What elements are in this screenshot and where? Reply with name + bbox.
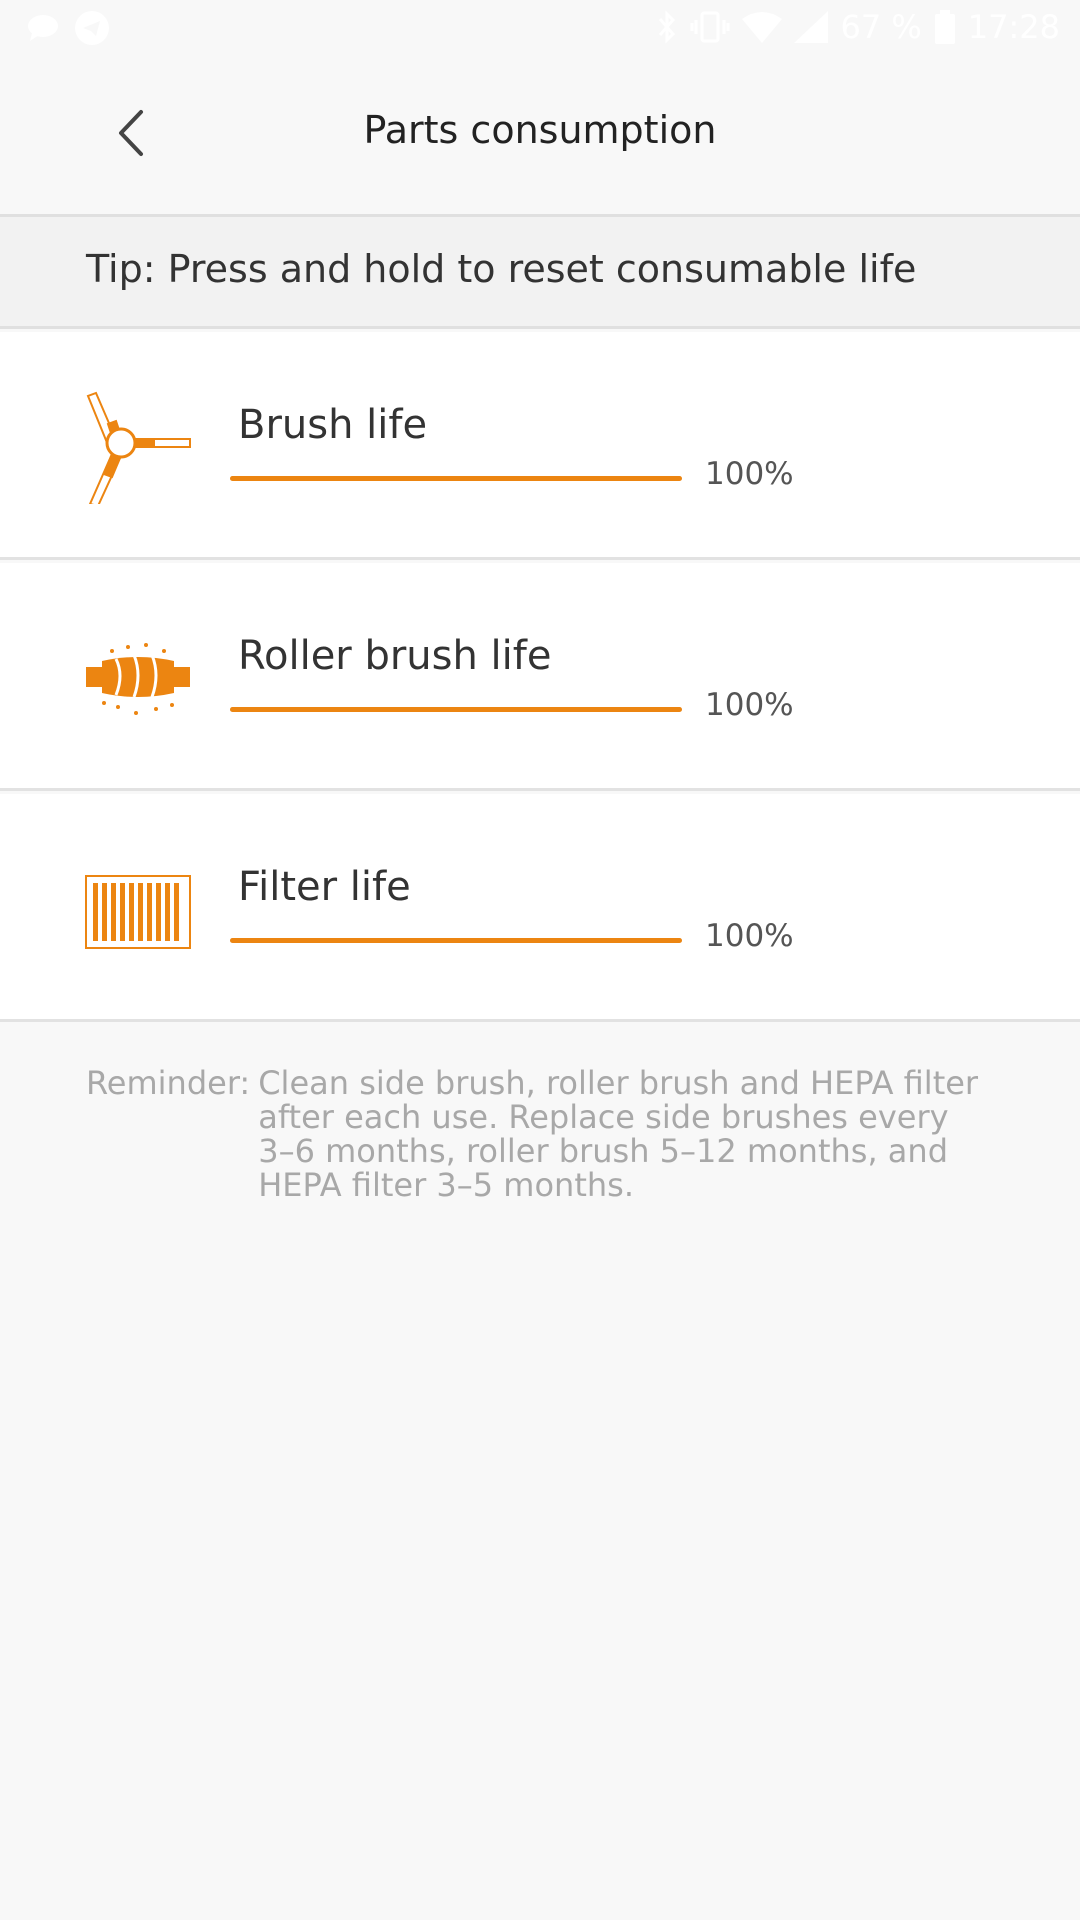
- status-bar: 67 % 17:28: [0, 0, 1080, 58]
- message-icon: [28, 15, 58, 41]
- top-bar: Parts consumption: [0, 58, 1080, 217]
- roller-brush-icon: [84, 615, 194, 735]
- reminder-label: Reminder:: [86, 1064, 251, 1102]
- life-progress-fill: [230, 476, 682, 481]
- life-percentage: 100%: [705, 456, 794, 492]
- life-percentage: 100%: [705, 687, 794, 723]
- tip-text: Tip: Press and hold to reset consumable …: [86, 247, 917, 291]
- telegram-icon: [75, 11, 109, 45]
- life-percentage: 100%: [705, 918, 794, 954]
- vibrate-icon: [690, 11, 730, 43]
- part-label: Filter life: [238, 864, 411, 910]
- part-row-roller-brush[interactable]: Roller brush life 100%: [0, 563, 1080, 791]
- wifi-icon: [742, 12, 783, 43]
- side-brush-icon: [84, 384, 194, 508]
- life-progress-bar: [230, 938, 682, 943]
- battery-percentage: 67 %: [840, 8, 922, 46]
- filter-icon: [84, 846, 194, 966]
- bluetooth-icon: [659, 10, 676, 44]
- part-row-filter[interactable]: Filter life 100%: [0, 794, 1080, 1022]
- signal-icon: [794, 11, 829, 43]
- part-label: Roller brush life: [238, 633, 552, 679]
- part-label: Brush life: [238, 402, 428, 448]
- life-progress-bar: [230, 707, 682, 712]
- clock: 17:28: [967, 8, 1060, 46]
- battery-icon: [934, 10, 955, 44]
- reminder-text: Clean side brush, roller brush and HEPA …: [258, 1064, 979, 1204]
- tip-banner: Tip: Press and hold to reset consumable …: [0, 217, 1080, 329]
- life-progress-bar: [230, 476, 682, 481]
- life-progress-fill: [230, 938, 682, 943]
- life-progress-fill: [230, 707, 682, 712]
- page-title: Parts consumption: [363, 108, 717, 152]
- reminder-note: Reminder: Clean side brush, roller brush…: [86, 1066, 986, 1202]
- part-row-brush[interactable]: Brush life 100%: [0, 332, 1080, 560]
